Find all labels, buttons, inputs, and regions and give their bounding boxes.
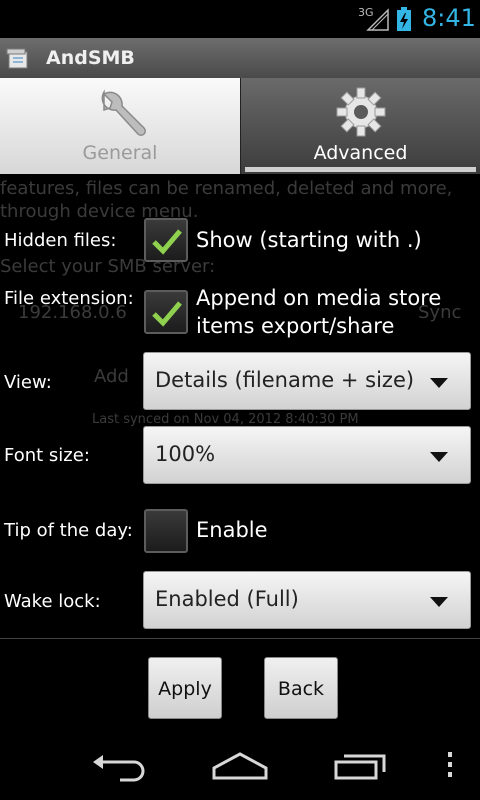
tab-advanced[interactable]: Advanced xyxy=(240,78,480,174)
wake-lock-dropdown-value: Enabled (Full) xyxy=(155,587,299,611)
tip-of-day-option: Enable xyxy=(196,518,268,542)
check-icon xyxy=(152,301,182,327)
signal-icon xyxy=(366,8,389,31)
check-icon xyxy=(152,229,182,255)
view-dropdown[interactable]: Details (filename + size) xyxy=(143,352,471,410)
background-last-synced: Last synced on Nov 04, 2012 8:40:30 PM xyxy=(92,412,359,427)
font-size-dropdown[interactable]: 100% xyxy=(143,426,471,484)
dropdown-arrow-icon xyxy=(430,378,448,388)
back-icon[interactable] xyxy=(90,750,150,782)
dropdown-arrow-icon xyxy=(430,452,448,462)
font-size-dropdown-value: 100% xyxy=(155,442,216,466)
view-dropdown-value: Details (filename + size) xyxy=(155,368,415,392)
view-label: View: xyxy=(4,372,52,393)
selected-tab-indicator xyxy=(245,167,476,172)
dropdown-arrow-icon xyxy=(430,597,448,607)
title-bar: AndSMB xyxy=(0,38,480,79)
back-button[interactable]: Back xyxy=(264,657,338,719)
hidden-files-option: Show (starting with .) xyxy=(196,228,422,252)
font-size-label: Font size: xyxy=(4,445,90,466)
wake-lock-label: Wake lock: xyxy=(4,591,101,612)
app-title: AndSMB xyxy=(46,47,135,69)
navigation-bar xyxy=(0,728,480,800)
app-file-icon xyxy=(6,48,28,69)
overflow-menu-icon[interactable] xyxy=(444,750,456,780)
hidden-files-label: Hidden files: xyxy=(4,230,117,251)
tab-general[interactable]: General xyxy=(0,78,240,174)
battery-icon xyxy=(397,7,411,31)
recents-icon[interactable] xyxy=(332,748,392,782)
apply-button[interactable]: Apply xyxy=(148,657,222,719)
home-icon[interactable] xyxy=(210,750,270,782)
file-extension-option-line2: items export/share xyxy=(196,314,395,338)
hidden-files-checkbox[interactable] xyxy=(144,218,188,262)
background-add-button: Add xyxy=(94,366,129,387)
file-extension-label: File extension: xyxy=(4,288,134,309)
tab-advanced-label: Advanced xyxy=(313,142,408,164)
divider xyxy=(0,638,480,639)
tab-general-label: General xyxy=(82,142,158,164)
tip-of-day-label: Tip of the day: xyxy=(4,520,133,541)
clock: 8:41 xyxy=(422,4,476,32)
tip-of-day-checkbox[interactable] xyxy=(144,509,188,553)
wrench-icon xyxy=(101,89,146,136)
file-extension-checkbox[interactable] xyxy=(144,290,188,334)
gear-icon xyxy=(336,87,386,137)
background-text-line: features, files can be renamed, deleted … xyxy=(0,178,453,199)
file-extension-option-line1: Append on media store xyxy=(196,286,442,310)
status-bar: 3G 8:41 xyxy=(0,0,480,38)
wake-lock-dropdown[interactable]: Enabled (Full) xyxy=(143,571,471,629)
